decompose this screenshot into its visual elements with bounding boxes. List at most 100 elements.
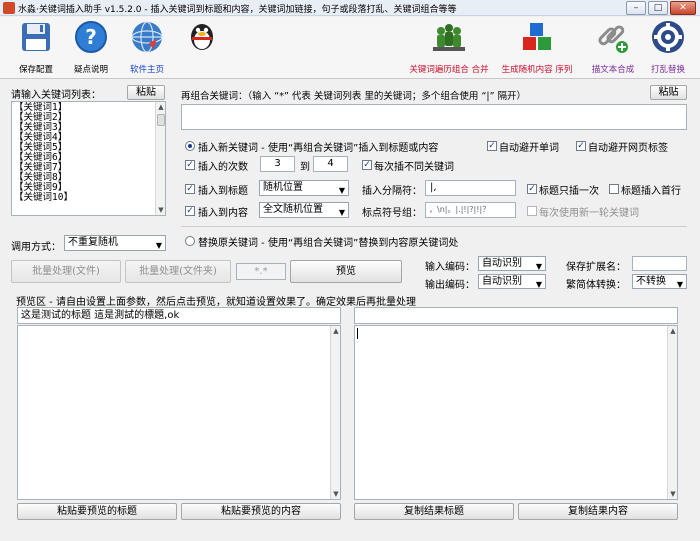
insert-title-checkbox[interactable]: ✓ bbox=[185, 184, 195, 194]
insert-new-radio[interactable] bbox=[185, 141, 195, 151]
input-encoding-label: 输入编码： bbox=[425, 262, 475, 273]
keyword-list-items: 【关键词1】 【关键词2】 【关键词3】 【关键词4】 【关键词5】 【关键词6】 【关键词… bbox=[14, 103, 73, 203]
avoid-tags-checkbox[interactable]: ✓ bbox=[576, 141, 586, 151]
new-round-checkbox[interactable] bbox=[527, 206, 537, 216]
insert-count-to-input[interactable]: 4 bbox=[313, 156, 348, 172]
preview-button[interactable]: 预览 bbox=[290, 260, 402, 283]
chevron-down-icon: ▼ bbox=[338, 208, 345, 217]
insert-title-label: 插入到标题 bbox=[198, 186, 248, 197]
punctuation-input[interactable]: ，\n|。|.|!|?|!|？ bbox=[425, 202, 516, 218]
shuffle-replace-button[interactable]: 打乱替换 bbox=[640, 19, 696, 77]
title-position-value: 随机位置 bbox=[263, 182, 303, 193]
title-bar: 水淼·关键词插入助手 v1.5.2.0 - 插入关键词到标题和内容，关键词加链接… bbox=[0, 0, 700, 16]
preview-content-scrollbar[interactable]: ▲ ▼ bbox=[330, 326, 340, 499]
conversion-select[interactable]: 不转换 ▼ bbox=[632, 274, 687, 289]
insert-content-checkbox[interactable]: ✓ bbox=[185, 206, 195, 216]
result-content-scrollbar[interactable]: ▲ ▼ bbox=[667, 326, 677, 499]
diff-each-label: 每次插不同关键词 bbox=[374, 162, 454, 173]
save-extension-input[interactable] bbox=[632, 256, 687, 271]
chevron-down-icon: ▼ bbox=[676, 280, 683, 289]
title-once-checkbox[interactable]: ✓ bbox=[527, 184, 537, 194]
output-encoding-value: 自动识别 bbox=[482, 276, 522, 287]
window-title: 水淼·关键词插入助手 v1.5.2.0 - 插入关键词到标题和内容，关键词加链接… bbox=[18, 5, 457, 15]
title-position-select[interactable]: 随机位置 ▼ bbox=[259, 180, 349, 196]
keyword-list-scrollbar[interactable]: ▲ ▼ bbox=[155, 102, 165, 215]
qq-button[interactable] bbox=[174, 17, 230, 75]
separator-input[interactable]: |, bbox=[425, 180, 516, 196]
shuffle-replace-label: 打乱替换 bbox=[650, 65, 685, 75]
title-first-line-checkbox[interactable] bbox=[609, 184, 619, 194]
result-content-textarea[interactable]: ▲ ▼ bbox=[354, 325, 678, 500]
keyword-paste-button[interactable]: 粘贴 bbox=[127, 85, 165, 100]
file-extension-input[interactable]: *.* bbox=[236, 263, 286, 280]
keyword-list-textarea[interactable]: 【关键词1】 【关键词2】 【关键词3】 【关键词4】 【关键词5】 【关键词6】 【关键词… bbox=[11, 101, 166, 216]
diff-each-checkbox[interactable]: ✓ bbox=[362, 160, 372, 170]
combo-paste-button[interactable]: 粘贴 bbox=[650, 85, 687, 100]
app-icon bbox=[3, 2, 15, 14]
chevron-down-icon: ▼ bbox=[155, 241, 162, 250]
avoid-words-label: 自动避开单词 bbox=[499, 143, 559, 154]
minimize-button[interactable]: – bbox=[626, 1, 646, 15]
divider bbox=[181, 226, 687, 227]
people-group-icon bbox=[433, 24, 465, 51]
title-first-line-label: 标题插入首行 bbox=[621, 186, 681, 197]
gear-icon bbox=[652, 21, 684, 53]
scroll-down-icon[interactable]: ▼ bbox=[156, 205, 165, 215]
random-content-button[interactable]: 生成随机内容 序列 bbox=[497, 19, 577, 77]
avoid-words-checkbox[interactable]: ✓ bbox=[487, 141, 497, 151]
call-mode-label: 调用方式： bbox=[11, 242, 61, 253]
result-title-input[interactable] bbox=[354, 307, 678, 324]
preview-title-input[interactable]: 这是测试的标题 這是測試的標題,ok bbox=[17, 307, 341, 324]
text-cursor bbox=[357, 328, 358, 339]
svg-text:?: ? bbox=[85, 25, 97, 49]
close-button[interactable]: ✕ bbox=[670, 1, 696, 15]
input-encoding-value: 自动识别 bbox=[482, 258, 522, 269]
copy-result-title-button[interactable]: 复制结果标题 bbox=[354, 503, 514, 520]
input-encoding-select[interactable]: 自动识别 ▼ bbox=[478, 256, 546, 271]
insert-count-checkbox[interactable]: ✓ bbox=[185, 160, 195, 170]
call-mode-select[interactable]: 不重复随机 ▼ bbox=[64, 235, 166, 251]
anchor-merge-label: 描文本合成 bbox=[591, 65, 635, 75]
punctuation-label: 标点符号组： bbox=[362, 208, 422, 219]
new-round-label: 每次使用新一轮关键词 bbox=[539, 208, 639, 219]
homepage-button[interactable]: 软件主页 bbox=[119, 19, 175, 77]
batch-folder-button[interactable]: 批量处理(文件夹) bbox=[125, 260, 231, 283]
scroll-up-icon[interactable]: ▲ bbox=[331, 326, 340, 336]
insert-new-radio-label: 插入新关键词 - 使用“再组合关键词”插入到标题或内容 bbox=[198, 143, 439, 154]
batch-file-button[interactable]: 批量处理(文件) bbox=[11, 260, 121, 283]
preview-content-textarea[interactable]: ▲ ▼ bbox=[17, 325, 341, 500]
insert-content-label: 插入到内容 bbox=[198, 208, 248, 219]
insert-count-from-input[interactable]: 3 bbox=[260, 156, 295, 172]
floppy-disk-icon bbox=[22, 23, 50, 51]
combine-button[interactable]: 关键词遍历组合 合并 bbox=[408, 19, 490, 77]
keyword-list-item: 【关键词10】 bbox=[14, 192, 73, 203]
combo-input[interactable] bbox=[181, 104, 687, 130]
scroll-down-icon[interactable]: ▼ bbox=[668, 489, 677, 499]
anchor-merge-button[interactable]: 描文本合成 bbox=[585, 19, 641, 77]
call-mode-value: 不重复随机 bbox=[68, 237, 118, 248]
scroll-down-icon[interactable]: ▼ bbox=[331, 489, 340, 499]
output-encoding-select[interactable]: 自动识别 ▼ bbox=[478, 274, 546, 289]
paste-preview-title-button[interactable]: 粘贴要预览的标题 bbox=[17, 503, 177, 520]
keyword-list-label: 请输入关键词列表： bbox=[11, 90, 101, 101]
save-config-label: 保存配置 bbox=[18, 65, 53, 75]
preview-area-label: 预览区 - 请自由设置上面参数，然后点击预览，就知道设置效果了。确定效果后再批量… bbox=[16, 297, 416, 308]
replace-radio[interactable] bbox=[185, 236, 195, 246]
qq-penguin-icon bbox=[191, 24, 213, 50]
maximize-button[interactable]: □ bbox=[648, 1, 668, 15]
content-position-select[interactable]: 全文随机位置 ▼ bbox=[259, 202, 349, 218]
scroll-thumb[interactable] bbox=[157, 114, 165, 126]
scroll-up-icon[interactable]: ▲ bbox=[668, 326, 677, 336]
scroll-up-icon[interactable]: ▲ bbox=[156, 102, 165, 112]
separator-label: 插入分隔符： bbox=[362, 186, 422, 197]
paste-preview-content-button[interactable]: 粘贴要预览的内容 bbox=[181, 503, 341, 520]
insert-count-label: 插入的次数 bbox=[198, 162, 248, 173]
homepage-label: 软件主页 bbox=[129, 65, 164, 75]
help-label: 疑点说明 bbox=[73, 65, 108, 75]
chevron-down-icon: ▼ bbox=[338, 186, 345, 195]
copy-result-content-button[interactable]: 复制结果内容 bbox=[518, 503, 678, 520]
conversion-value: 不转换 bbox=[636, 276, 666, 287]
question-icon: ? bbox=[75, 21, 107, 53]
save-config-button[interactable]: 保存配置 bbox=[8, 19, 64, 77]
help-button[interactable]: ? 疑点说明 bbox=[63, 19, 119, 77]
